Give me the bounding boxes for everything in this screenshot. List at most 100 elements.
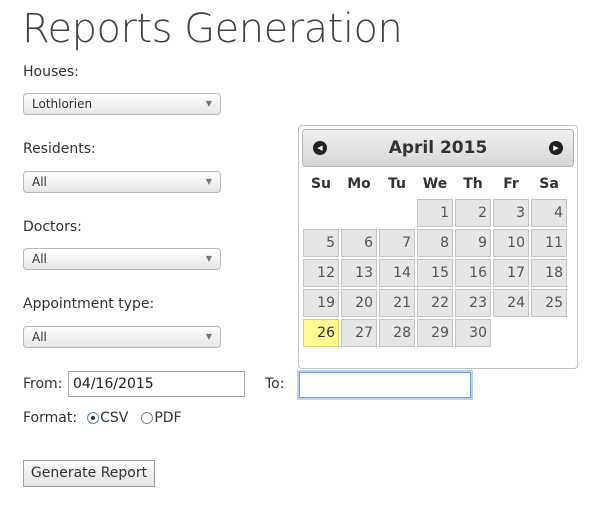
- calendar-cell: 14: [379, 259, 415, 287]
- generate-report-button[interactable]: Generate Report: [23, 460, 155, 487]
- appointment-type-select[interactable]: All ▼: [23, 326, 221, 348]
- calendar-cell: [341, 199, 377, 227]
- calendar-cell: 22: [417, 289, 453, 317]
- calendar-week-row: 5 6 7 8 9 10 11: [303, 229, 567, 257]
- calendar-cell: 8: [417, 229, 453, 257]
- calendar-day[interactable]: 25: [531, 289, 567, 317]
- calendar-cell: [303, 199, 339, 227]
- calendar-day[interactable]: 30: [455, 319, 491, 347]
- calendar-day[interactable]: 15: [417, 259, 453, 287]
- calendar-cell: 1: [417, 199, 453, 227]
- weekday-label: We: [422, 176, 448, 192]
- calendar-day[interactable]: 11: [531, 229, 567, 257]
- calendar-day[interactable]: 5: [303, 229, 339, 257]
- calendar-cell: 13: [341, 259, 377, 287]
- to-date-input[interactable]: [299, 372, 471, 398]
- from-label: From:: [23, 376, 63, 392]
- houses-label: Houses:: [23, 64, 79, 80]
- calendar-day[interactable]: 3: [493, 199, 529, 227]
- calendar-cell: 15: [417, 259, 453, 287]
- residents-select[interactable]: All ▼: [23, 171, 221, 193]
- calendar-cell: 6: [341, 229, 377, 257]
- calendar-cell: 9: [455, 229, 491, 257]
- calendar-week-row: 12 13 14 15 16 17 18: [303, 259, 567, 287]
- weekday-header-row: Su Mo Tu We Th Fr Sa: [303, 171, 567, 197]
- calendar-day[interactable]: 13: [341, 259, 377, 287]
- calendar-cell: 3: [493, 199, 529, 227]
- calendar-day[interactable]: 14: [379, 259, 415, 287]
- datepicker-grid: Su Mo Tu We Th Fr Sa 1 2 3 4 5 6 7 8 9 10 11 12 13 14…: [301, 169, 569, 349]
- calendar-day[interactable]: 17: [493, 259, 529, 287]
- calendar-day[interactable]: 21: [379, 289, 415, 317]
- page-title: Reports Generation: [22, 6, 403, 52]
- calendar-day[interactable]: 8: [417, 229, 453, 257]
- calendar-day-today[interactable]: 26: [303, 319, 339, 347]
- weekday-label: Mo: [347, 176, 371, 192]
- calendar-day[interactable]: 2: [455, 199, 491, 227]
- calendar-day[interactable]: 28: [379, 319, 415, 347]
- to-label: To:: [265, 376, 285, 392]
- calendar-day[interactable]: 24: [493, 289, 529, 317]
- format-label: Format:: [23, 410, 78, 426]
- calendar-cell: 12: [303, 259, 339, 287]
- calendar-cell: [531, 319, 567, 347]
- pdf-radio[interactable]: [141, 412, 154, 424]
- calendar-week-row: 1234: [303, 199, 567, 227]
- residents-select-value: All: [32, 175, 47, 189]
- calendar-day[interactable]: 29: [417, 319, 453, 347]
- chevron-down-icon: ▼: [205, 177, 212, 186]
- from-date-input[interactable]: [68, 371, 245, 397]
- calendar-empty-cell: [341, 199, 377, 227]
- calendar-cell: 27: [341, 319, 377, 347]
- calendar-cell: [493, 319, 529, 347]
- calendar-day[interactable]: 22: [417, 289, 453, 317]
- calendar-day[interactable]: 7: [379, 229, 415, 257]
- calendar-cell: [379, 199, 415, 227]
- calendar-day[interactable]: 23: [455, 289, 491, 317]
- calendar-day[interactable]: 19: [303, 289, 339, 317]
- calendar-day[interactable]: 9: [455, 229, 491, 257]
- calendar-day[interactable]: 12: [303, 259, 339, 287]
- calendar-day[interactable]: 10: [493, 229, 529, 257]
- calendar-day[interactable]: 4: [531, 199, 567, 227]
- prev-month-icon[interactable]: ◀: [313, 141, 327, 155]
- calendar-cell: 28: [379, 319, 415, 347]
- calendar-day[interactable]: 1: [417, 199, 453, 227]
- chevron-down-icon: ▼: [205, 332, 212, 341]
- calendar-cell: 24: [493, 289, 529, 317]
- weekday-label: Tu: [388, 176, 406, 192]
- calendar-day[interactable]: 27: [341, 319, 377, 347]
- calendar-day[interactable]: 16: [455, 259, 491, 287]
- calendar-empty-cell: [493, 319, 529, 347]
- calendar-cell: 25: [531, 289, 567, 317]
- next-month-icon[interactable]: ▶: [549, 141, 563, 155]
- houses-select[interactable]: Lothlorien ▼: [23, 93, 221, 115]
- weekday-label: Th: [463, 176, 483, 192]
- pdf-radio-label[interactable]: PDF: [154, 410, 181, 426]
- doctors-select[interactable]: All ▼: [23, 248, 221, 270]
- weekday-label: Su: [310, 176, 332, 192]
- datepicker-header: ◀ April 2015 ▶: [302, 129, 574, 167]
- calendar-week-row: 19 20 21 22 23 24 25: [303, 289, 567, 317]
- calendar-cell: 17: [493, 259, 529, 287]
- doctors-label: Doctors:: [23, 219, 82, 235]
- appointment-type-label: Appointment type:: [23, 296, 155, 312]
- calendar-cell: 16: [455, 259, 491, 287]
- format-row: Format: CSV PDF: [23, 410, 182, 426]
- weekday-label: Fr: [503, 176, 519, 192]
- calendar-empty-cell: [379, 199, 415, 227]
- residents-label: Residents:: [23, 141, 96, 157]
- calendar-cell: 10: [493, 229, 529, 257]
- calendar-empty-cell: [303, 199, 339, 227]
- calendar-cell: 21: [379, 289, 415, 317]
- calendar-day[interactable]: 6: [341, 229, 377, 257]
- chevron-down-icon: ▼: [205, 254, 212, 263]
- calendar-day[interactable]: 20: [341, 289, 377, 317]
- calendar-cell: 2: [455, 199, 491, 227]
- doctors-select-value: All: [32, 252, 47, 266]
- csv-radio-label[interactable]: CSV: [100, 410, 128, 426]
- csv-radio[interactable]: [87, 412, 100, 424]
- calendar-cell: 7: [379, 229, 415, 257]
- datepicker-month-title: April 2015: [388, 138, 488, 158]
- calendar-day[interactable]: 18: [531, 259, 567, 287]
